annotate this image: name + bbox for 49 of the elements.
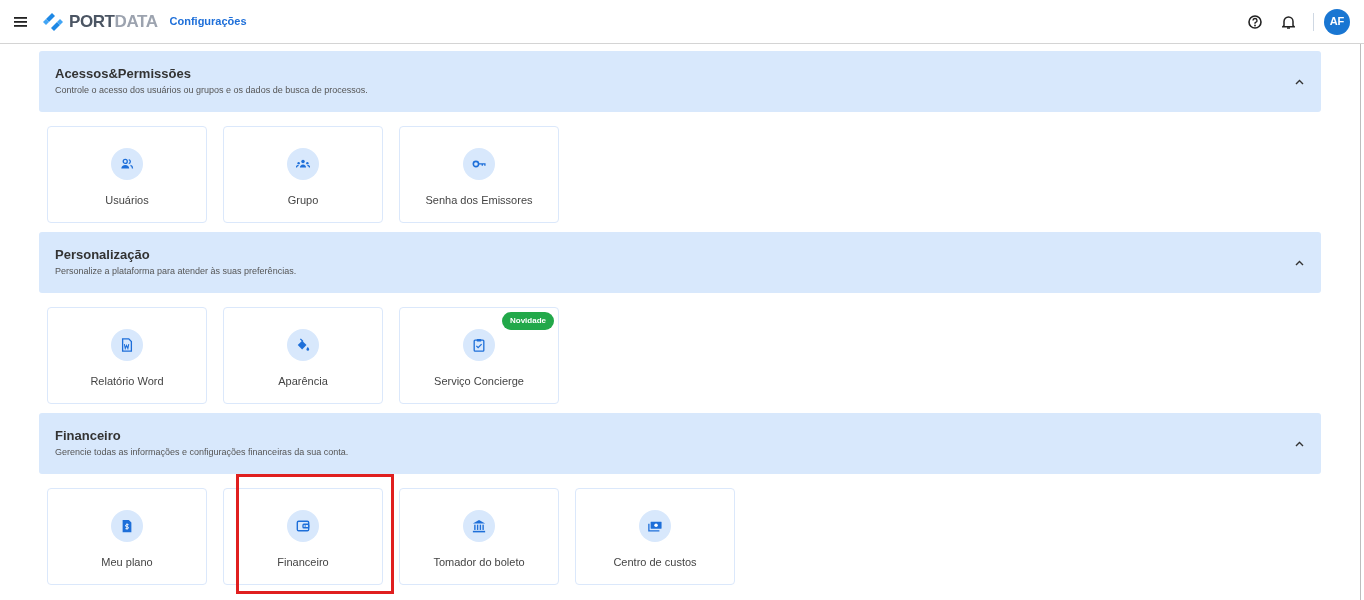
section-description: Personalize a plataforma para atender às suas preferências. (55, 265, 298, 279)
settings-card[interactable]: Financeiro (223, 488, 383, 585)
page-title: Configurações (169, 14, 247, 30)
card-label: Tomador do boleto (433, 555, 525, 570)
section-title: Personalização (55, 246, 151, 264)
new-badge: Novidade (502, 312, 554, 330)
settings-card[interactable]: Relatório Word (47, 307, 207, 404)
settings-card[interactable]: Centro de custos (575, 488, 735, 585)
wallet-icon (296, 519, 310, 533)
brand-name: PORTDATA (69, 10, 158, 33)
settings-card[interactable]: Grupo (223, 126, 383, 223)
card-label: Financeiro (277, 555, 329, 570)
clipboard-check-icon (472, 338, 486, 352)
card-label: Aparência (278, 374, 328, 389)
user-avatar[interactable]: AF (1324, 8, 1350, 35)
chevron-up-icon[interactable] (1295, 259, 1304, 266)
card-label: Centro de custos (613, 555, 697, 570)
card-label: Usuários (105, 193, 149, 208)
settings-card[interactable]: Meu plano (47, 488, 207, 585)
section-header[interactable]: Personalização Personalize a plataforma para atender às suas preferências. (39, 232, 1321, 293)
logo-icon (43, 11, 63, 32)
settings-card[interactable]: Aparência (223, 307, 383, 404)
chevron-up-icon[interactable] (1295, 78, 1304, 85)
group-icon (296, 157, 310, 171)
money-bills-icon (648, 519, 662, 533)
help-icon[interactable] (1248, 14, 1262, 29)
notification-bell-icon[interactable] (1282, 14, 1295, 29)
section-title: Financeiro (55, 427, 122, 445)
section-header[interactable]: Financeiro Gerencie todas as informações e configurações financeiras da sua conta. (39, 413, 1321, 474)
card-label: Grupo (287, 193, 319, 208)
card-label: Senha dos Emissores (425, 193, 533, 208)
menu-icon[interactable] (14, 16, 27, 27)
settings-card[interactable]: Senha dos Emissores (399, 126, 559, 223)
settings-card[interactable]: Tomador do boleto (399, 488, 559, 585)
settings-card[interactable]: Usuários (47, 126, 207, 223)
users-icon (120, 157, 134, 171)
paint-bucket-icon (296, 338, 310, 352)
section-description: Controle o acesso dos usuários ou grupos e os dados de busca de processos. (55, 84, 369, 98)
document-dollar-icon (120, 519, 134, 533)
chevron-up-icon[interactable] (1295, 440, 1304, 447)
word-document-icon (120, 338, 134, 352)
section-title: Acessos&Permissões (55, 65, 192, 83)
section-header[interactable]: Acessos&Permissões Controle o acesso dos usuários ou grupos e os dados de busca de processos. (39, 51, 1321, 112)
card-label: Relatório Word (90, 374, 164, 389)
settings-card[interactable]: Novidade Serviço Concierge (399, 307, 559, 404)
card-label: Serviço Concierge (434, 374, 524, 389)
bank-icon (472, 519, 486, 533)
section-description: Gerencie todas as informações e configurações financeiras da sua conta. (55, 446, 350, 460)
card-label: Meu plano (101, 555, 153, 570)
